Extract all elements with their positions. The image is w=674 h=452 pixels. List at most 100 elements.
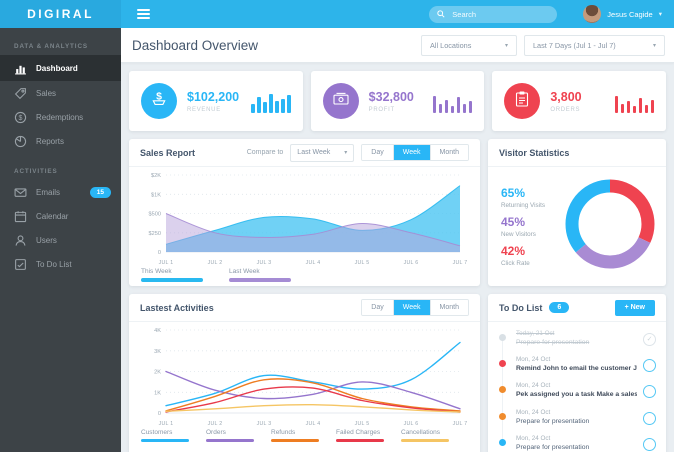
sidebar-item-label: Sales — [36, 88, 57, 98]
todo-date: Mon, 24 Oct — [516, 355, 551, 363]
todo-item[interactable]: Mon, 24 Oct Remind John to email the cust… — [488, 351, 666, 377]
sidebar-nav: DATA & ANALYTICS Dashboard Sales $ Redemptio… — [0, 43, 121, 276]
sidebar-item-calendar[interactable]: Calendar — [0, 204, 121, 228]
range-button-week[interactable]: Week — [392, 145, 430, 160]
sidebar-item-label: Users — [36, 235, 57, 245]
sidebar: DATA & ANALYTICS Dashboard Sales $ Redemptio… — [0, 28, 121, 452]
svg-text:$1K: $1K — [151, 192, 161, 198]
page-header: Dashboard Overview All Locations ▾ Last 7… — [121, 28, 674, 63]
stat-sparkline — [251, 90, 291, 113]
sidebar-section-label: DATA & ANALYTICS — [14, 43, 88, 50]
menu-toggle-button[interactable] — [133, 5, 154, 23]
range-button-week[interactable]: Week — [392, 300, 430, 315]
todo-dot — [498, 386, 506, 394]
visitor-stat-label: Click Rate — [501, 260, 530, 267]
svg-text:JUL 2: JUL 2 — [208, 260, 223, 266]
svg-text:$500: $500 — [149, 212, 161, 218]
visitor-stat-label: Returning Visits — [501, 202, 545, 209]
sidebar-section-label: ACTIVITIES — [14, 168, 58, 175]
compare-to-label: Compare to — [246, 149, 284, 156]
stat-icon-wrap — [504, 83, 541, 119]
sales-report-panel: Sales Report Compare to Last Week ▾ Day We… — [129, 139, 480, 286]
user-name: Jesus Cagide — [607, 9, 653, 19]
sales-report-title: Sales Report — [140, 147, 196, 158]
svg-text:4K: 4K — [154, 328, 161, 334]
todo-checkbox[interactable]: ✓ — [643, 332, 656, 346]
stat-label: PROFIT — [368, 106, 395, 113]
svg-text:JUL 4: JUL 4 — [306, 421, 321, 427]
svg-text:JUL 1: JUL 1 — [159, 260, 174, 266]
range-button-day[interactable]: Day — [362, 145, 393, 160]
todo-checkbox[interactable] — [643, 385, 656, 399]
chevron-down-icon: ▾ — [344, 150, 348, 156]
svg-text:1K: 1K — [154, 390, 161, 396]
compare-to-select[interactable]: Last Week ▾ — [290, 143, 355, 162]
stat-value: $102,200 — [187, 89, 240, 104]
avatar — [583, 5, 602, 23]
activities-chart-legend: Customers Orders Refunds Failed Charges Canc… — [129, 429, 480, 442]
sidebar-item-sales[interactable]: Sales — [0, 81, 121, 105]
stat-card-orders: 3,800 ORDERS — [492, 71, 667, 131]
todo-item[interactable]: Mon, 24 Oct Prepare for presentation — [488, 431, 666, 452]
legend-label: Cancellations — [401, 429, 441, 436]
todo-item[interactable]: Mon, 24 Oct Prepare for presentation — [488, 404, 666, 430]
sidebar-item-reports[interactable]: Reports — [0, 129, 121, 153]
svg-text:2K: 2K — [154, 370, 161, 376]
activities-range-group: Day Week Month — [361, 299, 469, 316]
sales-range-group: Day Week Month — [361, 144, 469, 161]
todo-checkbox[interactable] — [643, 411, 656, 425]
visitor-statistics-panel: Visitor Statistics 65% Returning Visits 45… — [488, 139, 666, 286]
sidebar-item-label: Emails — [36, 187, 61, 197]
todo-item[interactable]: Mon, 24 Oct Pek assigned you a task Make … — [488, 378, 666, 404]
legend-label: Orders — [206, 429, 226, 436]
todo-date: Mon, 24 Oct — [516, 382, 551, 390]
topbar: DIGIRAL Jesus Cagide ▾ — [0, 0, 674, 28]
svg-text:JUL 5: JUL 5 — [355, 421, 370, 427]
svg-text:0: 0 — [158, 411, 161, 417]
todo-checkbox[interactable] — [643, 438, 656, 452]
todo-timeline — [488, 356, 516, 367]
search-box[interactable] — [429, 5, 558, 23]
range-button-month[interactable]: Month — [429, 145, 468, 160]
legend-swatch — [141, 278, 203, 282]
todo-checkbox[interactable] — [643, 358, 656, 372]
todo-timeline — [488, 435, 516, 447]
todo-item[interactable]: Today, 21 Oct Prepare for presentation ✓ — [488, 325, 666, 351]
sidebar-item-emails[interactable]: Emails 15 — [0, 180, 121, 204]
sidebar-item-to-do-list[interactable]: To Do List — [0, 252, 121, 276]
location-filter-select[interactable]: All Locations ▾ — [421, 34, 517, 56]
activities-chart: 0 1K 2K 3K 4K JUL 1 JUL 2 JUL 3 JUL 4 JUL 5 JUL 6 J… — [154, 328, 468, 427]
sidebar-item-dashboard[interactable]: Dashboard — [0, 55, 121, 81]
user-menu[interactable]: Jesus Cagide ▾ — [583, 5, 662, 23]
visitor-stat-value: 65% — [501, 186, 526, 200]
new-todo-button[interactable]: + New — [614, 299, 655, 316]
legend-label: Failed Charges — [336, 429, 381, 436]
todo-timeline — [488, 409, 516, 420]
range-button-day[interactable]: Day — [362, 300, 393, 315]
search-input[interactable] — [450, 8, 550, 20]
svg-text:0: 0 — [158, 250, 161, 256]
stat-icon-wrap — [322, 83, 359, 119]
date-range-select[interactable]: Last 7 Days (Jul 1 - Jul 7) ▾ — [524, 34, 665, 56]
legend-label: Customers — [141, 429, 173, 436]
range-button-month[interactable]: Month — [429, 300, 468, 315]
visitor-stat-click-rate: 42% Click Rate — [501, 244, 545, 267]
todo-text: Prepare for presentation — [516, 417, 590, 425]
sidebar-item-users[interactable]: Users — [0, 228, 121, 252]
sidebar-item-label: Calendar — [36, 211, 69, 221]
sidebar-item-redemptions[interactable]: $ Redemptions — [0, 105, 121, 129]
svg-text:JUL 3: JUL 3 — [257, 260, 272, 266]
todo-count-badge: 6 — [549, 302, 570, 313]
svg-text:JUL 6: JUL 6 — [404, 421, 419, 427]
svg-text:JUL 7: JUL 7 — [453, 260, 468, 266]
visitor-stat-returning-visits: 65% Returning Visits — [501, 186, 545, 209]
svg-text:JUL 7: JUL 7 — [453, 421, 468, 427]
stat-label: REVENUE — [187, 106, 221, 113]
svg-text:$: $ — [19, 115, 23, 122]
legend-swatch — [206, 439, 254, 442]
todo-timeline — [488, 330, 516, 341]
legend-item-customers: Customers — [141, 429, 189, 442]
todo-date: Today, 21 Oct — [516, 329, 555, 337]
legend-swatch — [271, 439, 319, 442]
money-bowl-icon: $ — [149, 89, 169, 114]
